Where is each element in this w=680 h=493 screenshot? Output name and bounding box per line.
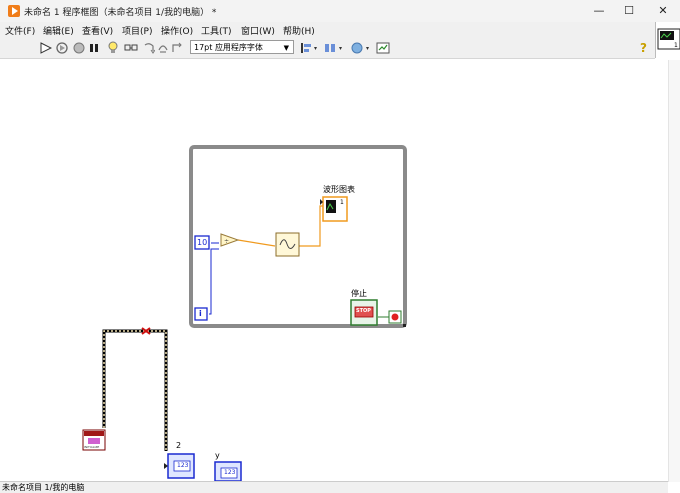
menu-edit[interactable]: 编辑(E)	[43, 24, 74, 37]
menu-file[interactable]: 文件(F)	[5, 24, 35, 37]
step-into-icon[interactable]	[143, 41, 155, 55]
project-context: 未命名项目 1/我的电脑	[2, 483, 85, 492]
close-button[interactable]: ✕	[648, 2, 678, 20]
step-over-icon[interactable]	[157, 41, 169, 55]
svg-text:1: 1	[674, 42, 678, 49]
chart-label: 波形图表	[323, 185, 355, 194]
retain-wire-values-icon[interactable]	[124, 41, 138, 55]
context-help-icon[interactable]: ?	[640, 41, 647, 55]
terminal-y-label: y	[215, 451, 220, 460]
stop-condition-icon	[391, 313, 399, 321]
loop-index-label: i	[199, 309, 202, 318]
minimize-button[interactable]: —	[584, 2, 614, 20]
status-bar: 未命名项目 1/我的电脑	[0, 481, 668, 493]
toolbar: 17pt 应用程序字体 ▼	[0, 38, 655, 59]
numeric-indicator-2-text: 123	[177, 462, 189, 469]
menu-tools[interactable]: 工具(T)	[201, 24, 232, 37]
font-select-value: 17pt 应用程序字体	[194, 43, 263, 52]
distribute-icon[interactable]	[324, 41, 346, 55]
menu-operate[interactable]: 操作(O)	[161, 24, 193, 37]
initialize-block-header	[84, 431, 104, 436]
divide-glyph: ÷	[224, 238, 229, 245]
initialize-block-text: INITIALIZE	[84, 445, 100, 449]
numeric-wire-2[interactable]	[209, 248, 219, 315]
float-wire-2[interactable]	[299, 205, 325, 247]
float-wire-1[interactable]	[237, 239, 276, 247]
title-bar: 未命名 1 程序框图（未命名项目 1/我的电脑） * — ☐ ✕	[0, 0, 680, 22]
step-out-icon[interactable]	[171, 41, 183, 55]
run-continuously-icon[interactable]	[55, 41, 69, 55]
menu-view[interactable]: 查看(V)	[82, 24, 113, 37]
chart-terminal-text: 1	[340, 199, 344, 206]
menu-project[interactable]: 项目(P)	[122, 24, 152, 37]
pause-icon[interactable]	[89, 41, 99, 55]
maximize-button[interactable]: ☐	[614, 2, 644, 20]
constant-value: 10	[197, 238, 208, 247]
font-select[interactable]: 17pt 应用程序字体 ▼	[190, 40, 294, 54]
align-icon[interactable]	[300, 41, 320, 55]
menu-window[interactable]: 窗口(W)	[241, 24, 275, 37]
block-diagram-canvas[interactable]: ÷ 10 i 波形图表 1 停止 STOP INITIALIZE 2 123 y…	[0, 58, 668, 481]
window-title: 未命名 1 程序框图（未命名项目 1/我的电脑） *	[24, 8, 217, 18]
block-diagram-svg: ÷	[82, 145, 407, 481]
numeric-indicator-y-text: 123	[224, 469, 236, 476]
vi-icon: 1	[657, 28, 680, 50]
highlight-execution-icon[interactable]	[107, 41, 119, 55]
menu-help[interactable]: 帮助(H)	[283, 24, 315, 37]
abort-icon[interactable]	[73, 41, 85, 55]
terminal-2-label: 2	[176, 441, 182, 450]
error-wire-shadow	[102, 329, 168, 451]
run-arrow-icon[interactable]	[40, 41, 52, 55]
labview-app-icon	[8, 5, 20, 17]
cleanup-icon[interactable]	[376, 41, 392, 55]
reorder-icon[interactable]	[351, 41, 373, 55]
stop-button-text: STOP	[356, 308, 371, 314]
vertical-scrollbar[interactable]	[668, 60, 680, 482]
stop-label: 停止	[351, 289, 367, 298]
chevron-down-icon: ▼	[283, 44, 289, 52]
initialize-block-icon	[88, 438, 100, 444]
menu-bar: 文件(F) 编辑(E) 查看(V) 项目(P) 操作(O) 工具(T) 窗口(W…	[0, 22, 655, 38]
vi-icon-thumbnail[interactable]: 1	[655, 22, 680, 58]
loop-resize-handle[interactable]	[403, 324, 406, 327]
error-wire[interactable]	[103, 330, 167, 451]
